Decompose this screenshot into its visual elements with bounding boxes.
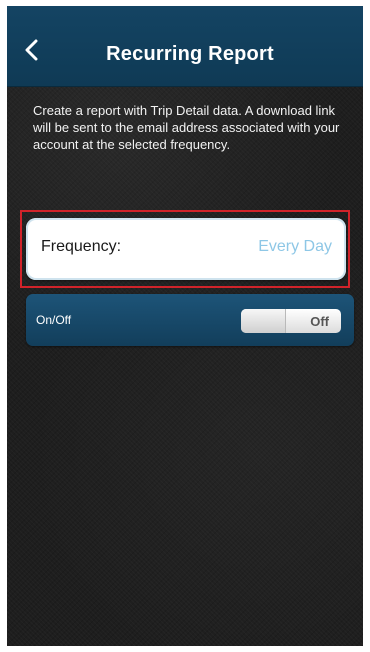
screen: Recurring Report Create a report with Tr… <box>7 6 363 646</box>
frequency-value: Every Day <box>258 238 332 255</box>
frequency-label: Frequency: <box>41 238 122 255</box>
on-off-row: On/Off Off <box>26 294 354 346</box>
page-title: Recurring Report <box>106 43 274 65</box>
toggle-state-label: Off <box>310 314 329 329</box>
toggle-knob[interactable] <box>241 309 286 333</box>
description-text: Create a report with Trip Detail data. A… <box>33 103 340 152</box>
on-off-toggle[interactable]: Off <box>241 309 341 333</box>
on-off-label: On/Off <box>36 313 72 327</box>
frequency-row[interactable]: Frequency: Every Day <box>26 218 346 280</box>
navigation-bar: Recurring Report <box>7 6 363 87</box>
